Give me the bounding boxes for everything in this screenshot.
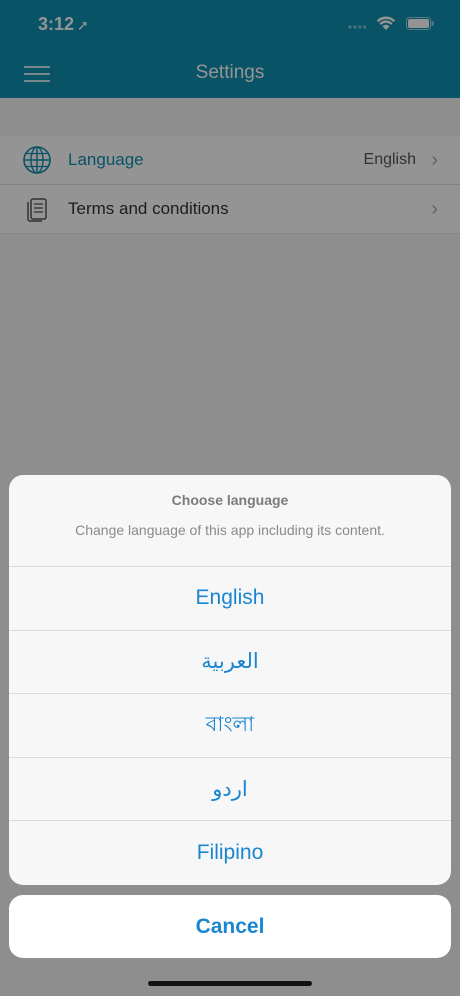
language-action-sheet: Choose language Change language of this …	[9, 475, 451, 885]
language-option-urdu[interactable]: اردو	[9, 758, 451, 822]
sheet-message: Change language of this app including it…	[75, 522, 385, 538]
home-indicator[interactable]	[148, 981, 312, 986]
sheet-title: Choose language	[171, 492, 289, 508]
language-option-bangla[interactable]: বাংলা	[9, 694, 451, 758]
cancel-button[interactable]: Cancel	[9, 895, 451, 958]
language-option-arabic[interactable]: العربية	[9, 631, 451, 695]
language-option-filipino[interactable]: Filipino	[9, 821, 451, 885]
language-option-english[interactable]: English	[9, 567, 451, 631]
sheet-header: Choose language Change language of this …	[9, 475, 451, 567]
